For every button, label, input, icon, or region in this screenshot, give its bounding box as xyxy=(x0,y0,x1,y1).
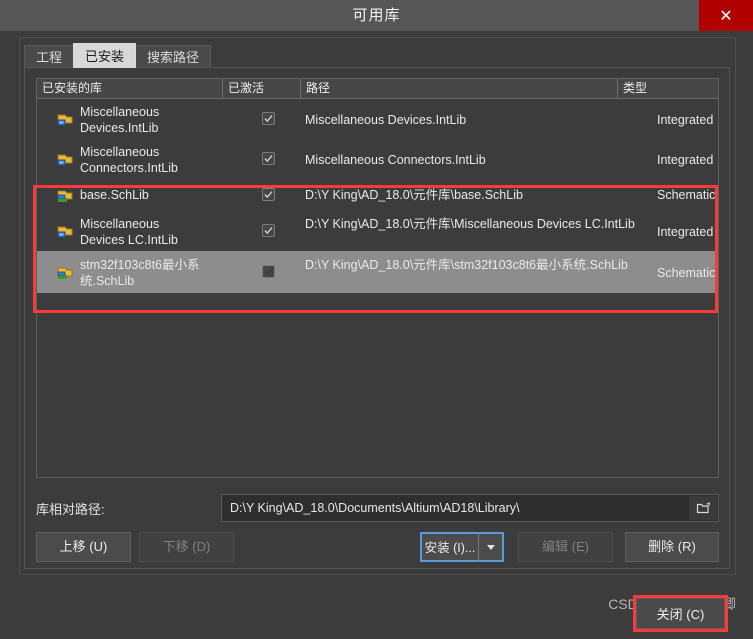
column-header-path[interactable]: 路径 xyxy=(300,79,617,98)
cell-type: Integrated xyxy=(657,153,714,167)
schlib-icon xyxy=(57,188,73,202)
table-row[interactable]: Miscellaneous Devices LC.IntLib D:\Y Kin… xyxy=(37,211,718,251)
cell-type: Schematic xyxy=(657,188,716,202)
edit-button: 编辑 (E) xyxy=(518,532,613,562)
table-row[interactable]: Miscellaneous Connectors.IntLib Miscella… xyxy=(37,139,718,179)
title-bar: 可用库 ✕ xyxy=(0,0,753,31)
cell-library-name: Miscellaneous Connectors.IntLib xyxy=(80,145,178,175)
available-libraries-dialog: 可用库 ✕ 工程 已安装 搜索路径 已安装的库 已激活 路径 类型 Miscel… xyxy=(0,0,753,639)
folder-browse-icon[interactable] xyxy=(689,496,717,520)
activated-checkbox[interactable] xyxy=(262,112,275,125)
cell-type: Schematic xyxy=(657,266,716,280)
cell-path: D:\Y King\AD_18.0\元件库\Miscellaneous Devi… xyxy=(305,217,635,231)
activated-checkbox[interactable] xyxy=(262,224,275,237)
schlib-icon xyxy=(57,265,73,279)
table-row[interactable]: stm32f103c8t6最小系统.SchLib D:\Y King\AD_18… xyxy=(37,251,718,293)
move-down-button: 下移 (D) xyxy=(139,532,234,562)
dialog-content-panel: 工程 已安装 搜索路径 已安装的库 已激活 路径 类型 Miscellaneou… xyxy=(19,37,736,575)
list-rows: Miscellaneous Devices.IntLib Miscellaneo… xyxy=(37,99,718,293)
intlib-icon xyxy=(57,112,73,126)
activated-checkbox[interactable] xyxy=(262,265,275,278)
tab-strip: 工程 已安装 搜索路径 xyxy=(24,43,212,68)
intlib-icon xyxy=(57,152,73,166)
tab-search-path[interactable]: 搜索路径 xyxy=(135,45,212,68)
column-header-type[interactable]: 类型 xyxy=(617,79,718,98)
cell-type: Integrated xyxy=(657,113,714,127)
library-relative-path-row: 库相对路径: D:\Y King\AD_18.0\Documents\Altiu… xyxy=(36,494,719,522)
close-icon[interactable]: ✕ xyxy=(699,0,753,31)
relative-path-label: 库相对路径: xyxy=(36,502,105,517)
cell-library-name: base.SchLib xyxy=(80,188,149,202)
cell-path: D:\Y King\AD_18.0\元件库\base.SchLib xyxy=(305,188,523,202)
delete-button[interactable]: 删除 (R) xyxy=(625,532,719,562)
cell-library-name: Miscellaneous Devices.IntLib xyxy=(80,105,160,135)
close-button[interactable]: 关闭 (C) xyxy=(636,598,725,629)
column-header-library[interactable]: 已安装的库 xyxy=(37,79,222,98)
relative-path-value: D:\Y King\AD_18.0\Documents\Altium\AD18\… xyxy=(230,501,520,515)
tab-panel-installed: 已安装的库 已激活 路径 类型 Miscellaneous Devices.In… xyxy=(24,67,730,569)
install-button[interactable]: 安装 (I)... xyxy=(420,532,478,562)
cell-type: Integrated xyxy=(657,225,714,239)
tab-project[interactable]: 工程 xyxy=(24,45,75,68)
tab-installed[interactable]: 已安装 xyxy=(73,43,137,68)
intlib-icon xyxy=(57,224,73,238)
column-header-activated[interactable]: 已激活 xyxy=(222,79,300,98)
cell-library-name: stm32f103c8t6最小系统.SchLib xyxy=(80,258,200,288)
list-header: 已安装的库 已激活 路径 类型 xyxy=(37,79,718,99)
activated-checkbox[interactable] xyxy=(262,188,275,201)
dialog-button-row: 上移 (U) 下移 (D) 安装 (I)... 编辑 (E) 删除 (R) xyxy=(36,532,719,562)
activated-checkbox[interactable] xyxy=(262,152,275,165)
installed-libraries-list[interactable]: 已安装的库 已激活 路径 类型 Miscellaneous Devices.In… xyxy=(36,78,719,478)
cell-library-name: Miscellaneous Devices LC.IntLib xyxy=(80,217,178,247)
close-button-label: 关闭 (C) xyxy=(656,607,705,622)
relative-path-input[interactable]: D:\Y King\AD_18.0\Documents\Altium\AD18\… xyxy=(221,494,719,522)
page-title: 可用库 xyxy=(352,7,401,24)
cell-path: D:\Y King\AD_18.0\元件库\stm32f103c8t6最小系统.… xyxy=(305,258,628,272)
chevron-down-icon[interactable] xyxy=(478,532,504,562)
table-row[interactable]: base.SchLib D:\Y King\AD_18.0\元件库\base.S… xyxy=(37,179,718,211)
cell-path: Miscellaneous Devices.IntLib xyxy=(305,113,467,127)
table-row[interactable]: Miscellaneous Devices.IntLib Miscellaneo… xyxy=(37,99,718,139)
cell-path: Miscellaneous Connectors.IntLib xyxy=(305,153,486,167)
move-up-button[interactable]: 上移 (U) xyxy=(36,532,131,562)
